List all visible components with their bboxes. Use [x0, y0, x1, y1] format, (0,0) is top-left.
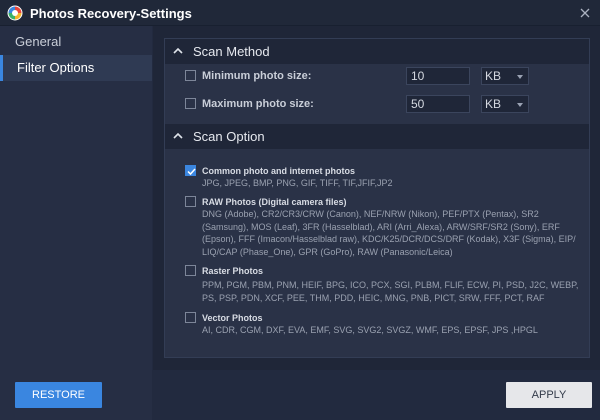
app-logo-icon	[7, 5, 23, 21]
raw-photos-formats: DNG (Adobe), CR2/CR3/CRW (Canon), NEF/NR…	[202, 209, 576, 257]
unit-value: KB	[485, 97, 502, 111]
sidebar-item-general[interactable]: General	[0, 29, 152, 55]
sidebar: General Filter Options	[0, 26, 152, 420]
window-title: Photos Recovery-Settings	[30, 6, 192, 21]
title-bar: Photos Recovery-Settings	[0, 0, 600, 26]
restore-button[interactable]: RESTORE	[15, 382, 102, 408]
min-size-checkbox[interactable]	[185, 70, 196, 81]
max-size-unit-select[interactable]: KB	[481, 95, 529, 113]
apply-button[interactable]: APPLY	[506, 382, 592, 408]
common-photos-checkbox[interactable]	[185, 165, 196, 176]
min-size-unit-select[interactable]: KB	[481, 67, 529, 85]
chevron-up-icon	[173, 47, 183, 54]
close-icon[interactable]	[576, 4, 594, 22]
sidebar-item-label: Filter Options	[17, 60, 95, 75]
scan-method-header[interactable]: Scan Method	[165, 39, 589, 64]
max-size-checkbox[interactable]	[185, 98, 196, 109]
vector-photos-formats: AI, CDR, CGM, DXF, EVA, EMF, SVG, SVG2, …	[202, 325, 538, 335]
section-title: Scan Option	[193, 129, 265, 144]
check-icon	[187, 168, 196, 176]
main-content: Scan Method Minimum photo size: 10 KB Ma…	[153, 26, 600, 370]
common-photos-title: Common photo and internet photos	[202, 166, 355, 176]
scan-option-header[interactable]: Scan Option	[165, 124, 589, 149]
chevron-up-icon	[173, 132, 183, 139]
section-title: Scan Method	[193, 44, 270, 59]
common-photos-formats: JPG, JPEG, BMP, PNG, GIF, TIFF, TIF,JFIF…	[202, 178, 393, 188]
min-size-input[interactable]: 10	[406, 67, 470, 85]
raw-photos-title: RAW Photos (Digital camera files)	[202, 197, 347, 207]
raster-photos-formats: PPM, PGM, PBM, PNM, HEIF, BPG, ICO, PCX,…	[202, 280, 579, 303]
settings-panel: Scan Method Minimum photo size: 10 KB Ma…	[164, 38, 590, 358]
max-size-input[interactable]: 50	[406, 95, 470, 113]
chevron-down-icon	[517, 103, 523, 107]
unit-value: KB	[485, 69, 502, 83]
max-size-label: Maximum photo size:	[202, 98, 314, 110]
raster-photos-title: Raster Photos	[202, 266, 264, 276]
chevron-down-icon	[517, 75, 523, 79]
vector-photos-title: Vector Photos	[202, 313, 263, 323]
vector-photos-checkbox[interactable]	[185, 312, 196, 323]
raster-photos-checkbox[interactable]	[185, 265, 196, 276]
sidebar-item-label: General	[15, 34, 62, 49]
raw-photos-checkbox[interactable]	[185, 196, 196, 207]
sidebar-item-filter-options[interactable]: Filter Options	[0, 55, 152, 81]
min-size-label: Minimum photo size:	[202, 70, 312, 82]
